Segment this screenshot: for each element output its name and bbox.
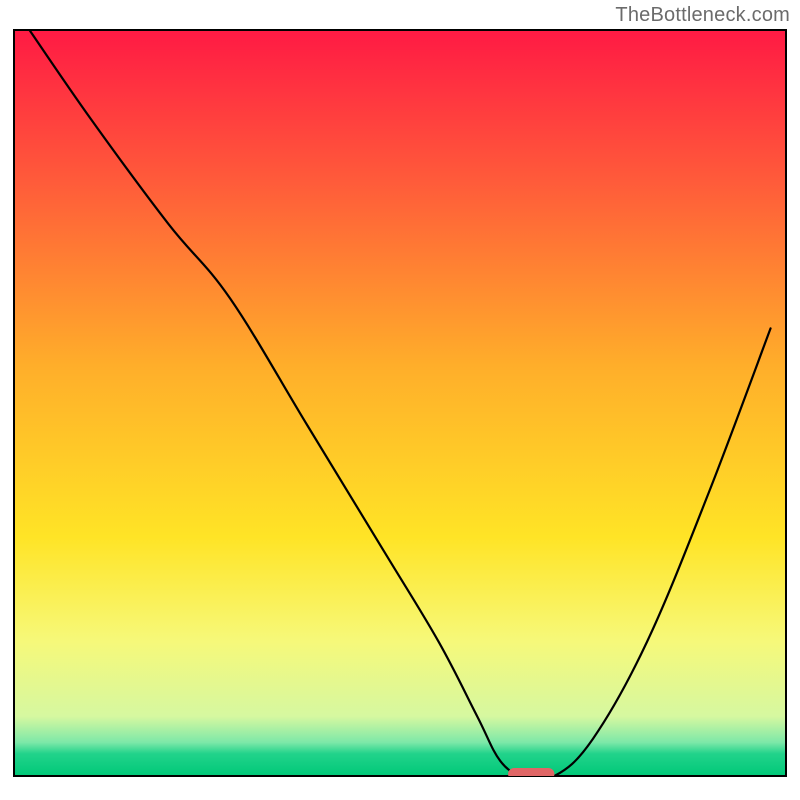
watermark-label: TheBottleneck.com	[615, 4, 790, 27]
gradient-background	[14, 30, 786, 776]
optimal-marker	[508, 768, 554, 780]
chart-container: TheBottleneck.com	[0, 0, 800, 800]
bottleneck-chart	[0, 0, 800, 800]
